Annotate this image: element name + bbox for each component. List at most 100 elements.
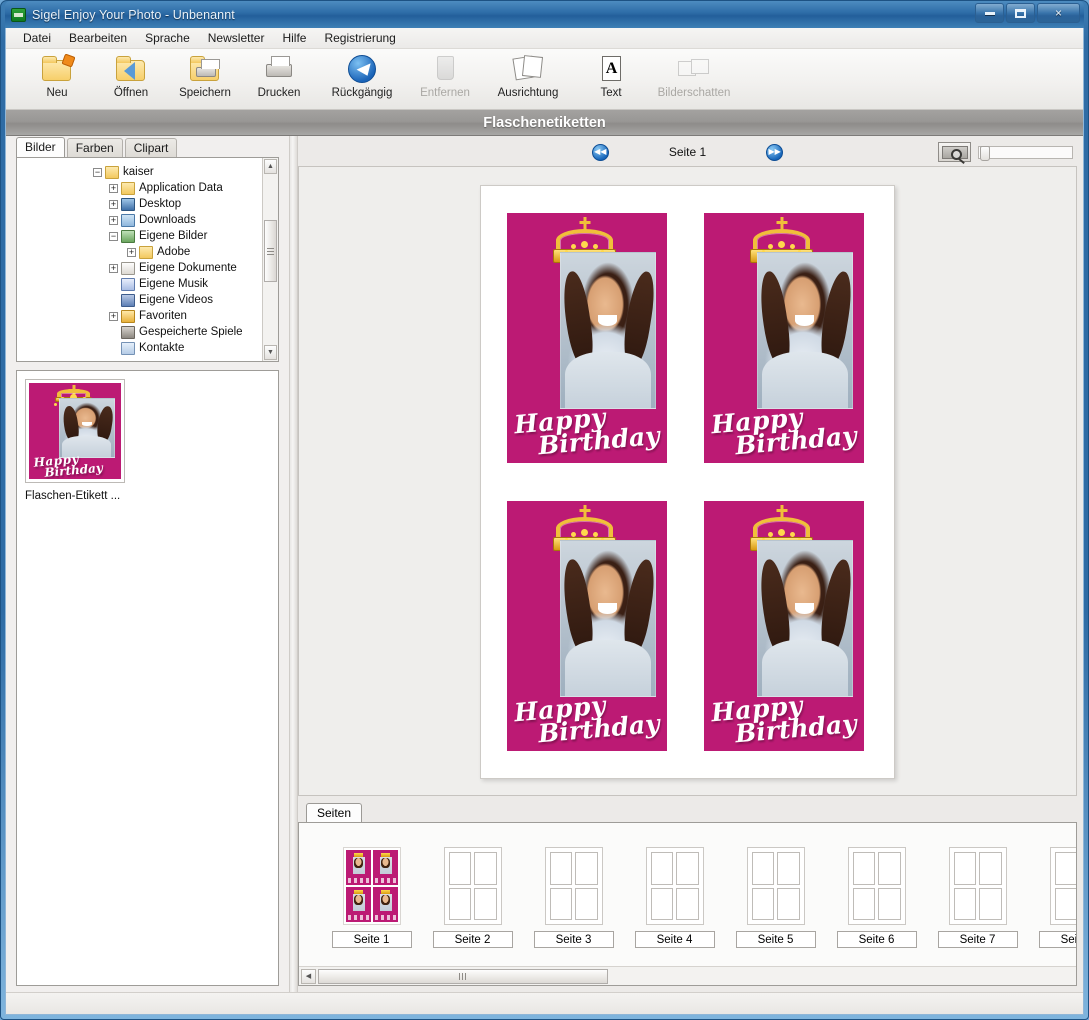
- page-sheet-preview[interactable]: [443, 847, 502, 925]
- page-label[interactable]: Seite 6: [836, 931, 917, 948]
- toolbar-button-rueckgaengig[interactable]: ◀ Rückgängig: [316, 53, 408, 109]
- tree-item-eigene-bilder[interactable]: − Eigene Bilder: [17, 228, 262, 244]
- toolbar-button-oeffnen[interactable]: Öffnen: [94, 53, 168, 109]
- greeting-text[interactable]: Happy Birthday: [710, 689, 861, 749]
- zoom-slider[interactable]: [978, 145, 1073, 161]
- label-item[interactable]: Happy Birthday: [507, 213, 667, 463]
- expander-icon[interactable]: +: [109, 199, 118, 209]
- photo-image[interactable]: [756, 539, 856, 698]
- tree-item-eigene-dokumente[interactable]: + Eigene Dokumente: [17, 260, 262, 276]
- thumbnail-item[interactable]: Happy Birthday Flaschen-Etikett ...: [25, 379, 129, 502]
- scroll-thumb[interactable]: [318, 968, 608, 984]
- toolbar-button-text[interactable]: A Text: [574, 53, 648, 109]
- menu-bearbeiten[interactable]: Bearbeiten: [60, 29, 136, 47]
- tree-item-gespeicherte-spiele[interactable]: Gespeicherte Spiele: [17, 324, 262, 340]
- menu-hilfe[interactable]: Hilfe: [273, 29, 315, 47]
- expander-icon[interactable]: −: [109, 231, 118, 241]
- tab-bilder[interactable]: Bilder: [16, 137, 65, 157]
- tree-item-downloads[interactable]: + Downloads: [17, 212, 262, 228]
- toolbar-button-neu[interactable]: Neu: [20, 53, 94, 109]
- minimize-button[interactable]: [975, 3, 1004, 23]
- text-a-icon: A: [594, 53, 628, 85]
- page-sheet-preview[interactable]: [948, 847, 1007, 925]
- greeting-text[interactable]: Happy Birthday: [710, 401, 861, 461]
- tree-item-eigene-videos[interactable]: Eigene Videos: [17, 292, 262, 308]
- folder-tree[interactable]: − kaiser + Application Data + Desktop + …: [17, 158, 262, 361]
- tree-item-kontakte[interactable]: Kontakte: [17, 340, 262, 356]
- menu-registrierung[interactable]: Registrierung: [315, 29, 404, 47]
- tree-item-adobe[interactable]: + Adobe: [17, 244, 262, 260]
- tab-clipart[interactable]: Clipart: [124, 138, 178, 157]
- tree-item-eigene-musik[interactable]: Eigene Musik: [17, 276, 262, 292]
- delete-icon: [428, 53, 462, 85]
- page-label[interactable]: Seite 7: [937, 931, 1018, 948]
- document-canvas[interactable]: Happy Birthday Happy Birthday Happy Birt…: [298, 166, 1077, 796]
- expander-icon[interactable]: +: [109, 215, 118, 225]
- page-thumbnail-2[interactable]: Seite 2: [422, 847, 523, 948]
- page-thumbnail-6[interactable]: Seite 6: [826, 847, 927, 948]
- expander-icon[interactable]: +: [109, 311, 118, 321]
- label-item[interactable]: Happy Birthday: [507, 501, 667, 751]
- label-item[interactable]: Happy Birthday: [704, 213, 864, 463]
- page-label[interactable]: Seite 1: [331, 931, 412, 948]
- thumbnail-image[interactable]: Happy Birthday: [25, 379, 125, 483]
- page-thumbnail-8[interactable]: Seite 8: [1028, 847, 1076, 948]
- page-thumbnail-4[interactable]: Seite 4: [624, 847, 725, 948]
- toolbar-button-drucken[interactable]: Drucken: [242, 53, 316, 109]
- page-thumbnail-5[interactable]: Seite 5: [725, 847, 826, 948]
- page-label[interactable]: Seite 4: [634, 931, 715, 948]
- page-sheet-preview[interactable]: [342, 847, 401, 925]
- page-cell: [953, 852, 976, 885]
- pages-tabs: Seiten: [298, 803, 1077, 822]
- tree-item-desktop[interactable]: + Desktop: [17, 196, 262, 212]
- page-label[interactable]: Seite 3: [533, 931, 614, 948]
- pages-horizontal-scrollbar[interactable]: ◀: [299, 966, 1076, 985]
- maximize-button[interactable]: [1006, 3, 1035, 23]
- scroll-thumb[interactable]: [264, 220, 277, 282]
- scroll-track[interactable]: [316, 968, 1074, 984]
- photo-image[interactable]: [559, 251, 659, 410]
- tree-vertical-scrollbar[interactable]: ▲ ▼: [262, 158, 278, 361]
- tree-item-kaiser[interactable]: − kaiser: [17, 164, 262, 180]
- expander-icon[interactable]: +: [109, 263, 118, 273]
- scroll-up-icon[interactable]: ▲: [264, 159, 277, 174]
- toolbar-button-speichern[interactable]: Speichern: [168, 53, 242, 109]
- scroll-left-icon[interactable]: ◀: [301, 968, 316, 984]
- page-thumbnail-3[interactable]: Seite 3: [523, 847, 624, 948]
- menu-sprache[interactable]: Sprache: [136, 29, 199, 47]
- page-sheet-preview[interactable]: [1049, 847, 1076, 925]
- page-sheet[interactable]: Happy Birthday Happy Birthday Happy Birt…: [480, 185, 895, 779]
- zoom-magnifier-button[interactable]: [938, 142, 971, 162]
- expander-icon[interactable]: +: [109, 183, 118, 193]
- expander-icon[interactable]: +: [127, 247, 136, 257]
- label-item[interactable]: Happy Birthday: [704, 501, 864, 751]
- greeting-text[interactable]: Happy Birthday: [513, 401, 664, 461]
- zoom-slider-handle[interactable]: [980, 145, 990, 161]
- greeting-text[interactable]: Happy Birthday: [513, 689, 664, 749]
- photo-image[interactable]: [559, 539, 659, 698]
- menu-newsletter[interactable]: Newsletter: [199, 29, 274, 47]
- next-page-button[interactable]: ▶▶: [766, 143, 784, 161]
- previous-page-button[interactable]: ◀◀: [591, 143, 609, 161]
- tab-seiten[interactable]: Seiten: [306, 803, 363, 822]
- scroll-down-icon[interactable]: ▼: [264, 345, 277, 360]
- toolbar-button-ausrichtung[interactable]: Ausrichtung: [482, 53, 574, 109]
- page-sheet-preview[interactable]: [645, 847, 704, 925]
- menu-datei[interactable]: Datei: [14, 29, 60, 47]
- scroll-track[interactable]: [264, 174, 277, 345]
- photo-image[interactable]: [756, 251, 856, 410]
- tree-item-application-data[interactable]: + Application Data: [17, 180, 262, 196]
- page-thumbnail-1[interactable]: Seite 1: [321, 847, 422, 948]
- page-label[interactable]: Seite 5: [735, 931, 816, 948]
- close-button[interactable]: ×: [1037, 3, 1080, 23]
- tab-farben[interactable]: Farben: [66, 138, 123, 157]
- page-thumbnail-7[interactable]: Seite 7: [927, 847, 1028, 948]
- tree-item-favoriten[interactable]: + Favoriten: [17, 308, 262, 324]
- page-label[interactable]: Seite 2: [432, 931, 513, 948]
- expander-icon[interactable]: −: [93, 167, 102, 177]
- page-label[interactable]: Seite 8: [1038, 931, 1076, 948]
- page-sheet-preview[interactable]: [746, 847, 805, 925]
- page-sheet-preview[interactable]: [544, 847, 603, 925]
- panel-splitter[interactable]: [289, 136, 298, 992]
- page-sheet-preview[interactable]: [847, 847, 906, 925]
